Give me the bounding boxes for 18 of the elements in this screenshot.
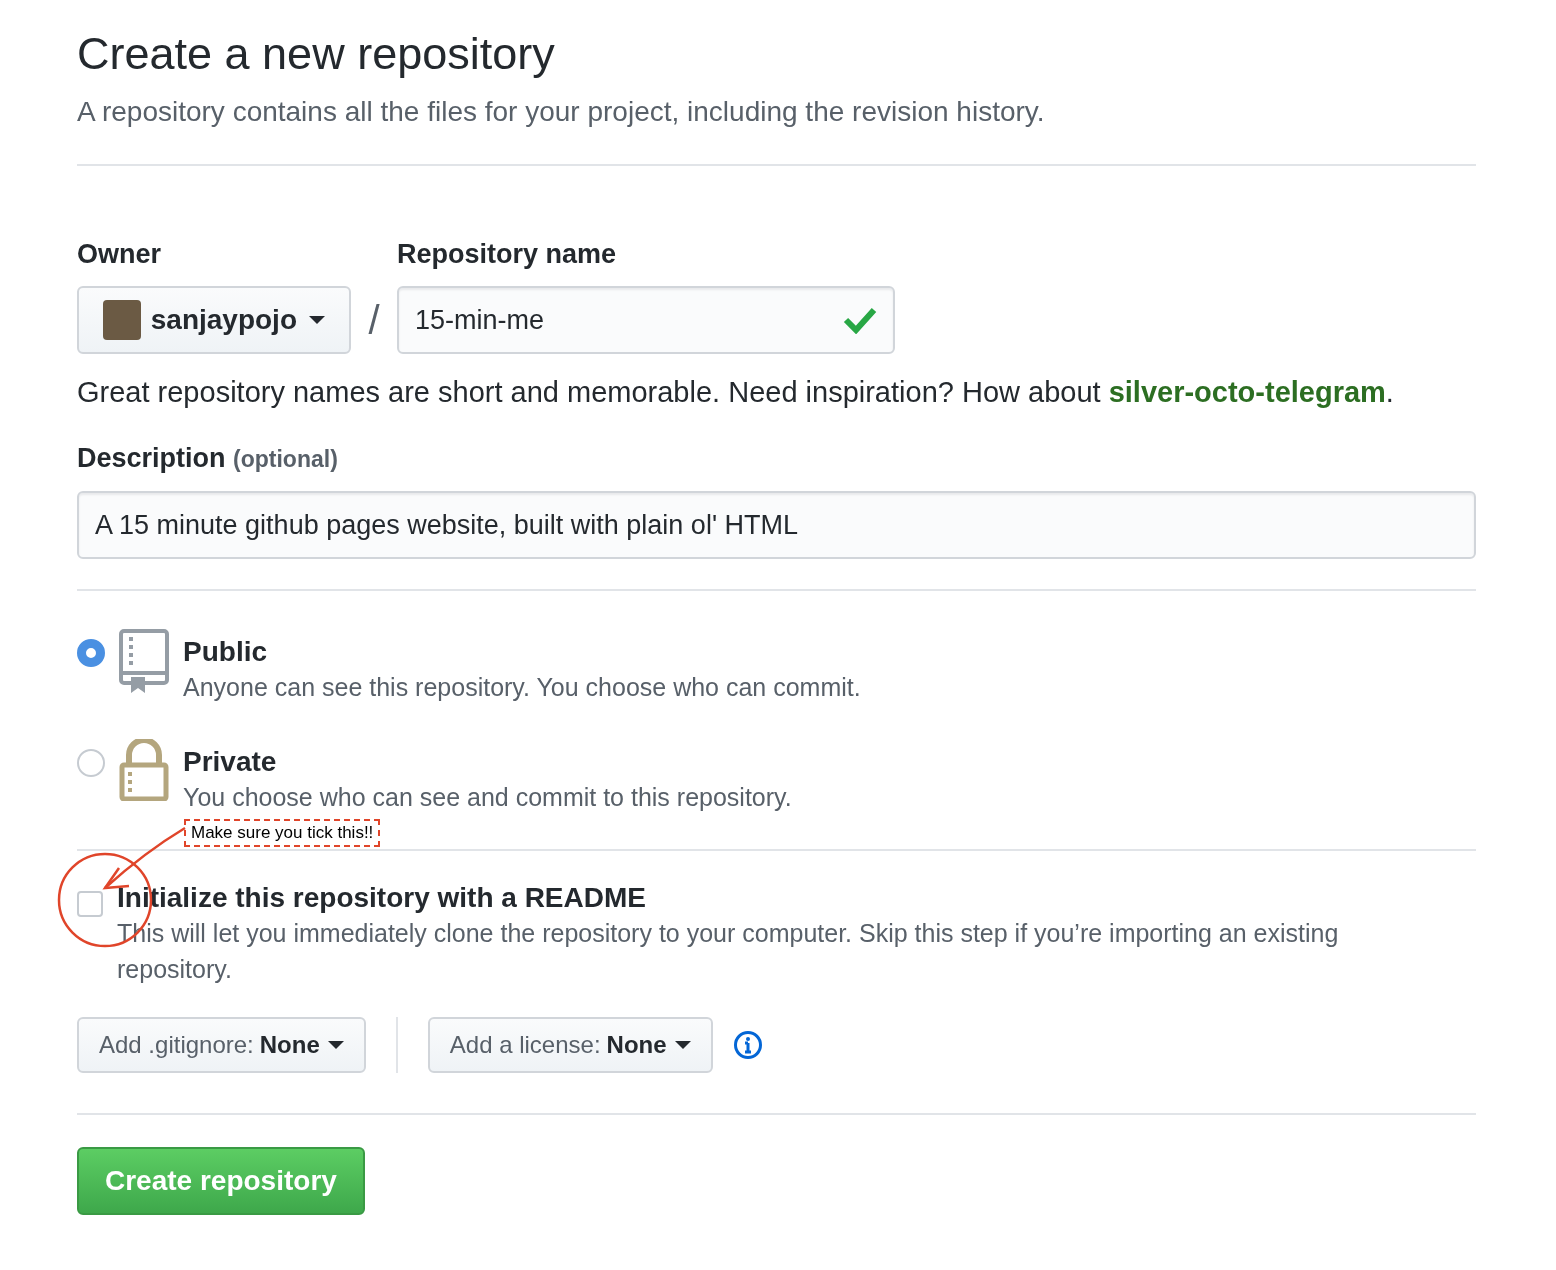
owner-dropdown[interactable]: sanjaypojo — [77, 286, 351, 354]
option-label: Private — [183, 745, 278, 779]
separator: / — [367, 297, 381, 344]
repository-name-label: Repository name — [397, 238, 618, 271]
repository-name-field[interactable]: 15-min-me — [397, 286, 895, 354]
license-dropdown[interactable]: Add a license: None — [427, 1017, 713, 1073]
suggestion-link[interactable]: silver-octo-telegram — [1108, 376, 1386, 408]
gitignore-dropdown[interactable]: Add .gitignore: None — [77, 1017, 366, 1073]
owner-label: Owner — [77, 238, 163, 271]
annotation-note: Make sure you tick this!! — [184, 819, 381, 847]
option-description: You choose who can see and commit to this repository. — [183, 782, 792, 813]
description-label: Description (optional) — [77, 442, 338, 475]
name-hint: Great repository names are short and memorable. Need inspiration? How about silver-octo-telegram. — [77, 375, 1395, 410]
option-label: Public — [183, 635, 268, 669]
page-subtitle: A repository contains all the files for your project, including the revision history. — [77, 95, 1046, 129]
option-description: Anyone can see this repository. You choose who can commit. — [183, 672, 861, 703]
page-title: Create a new repository — [77, 27, 556, 81]
description-field[interactable]: A 15 minute github pages website, built with plain ol' HTML — [77, 491, 1476, 559]
